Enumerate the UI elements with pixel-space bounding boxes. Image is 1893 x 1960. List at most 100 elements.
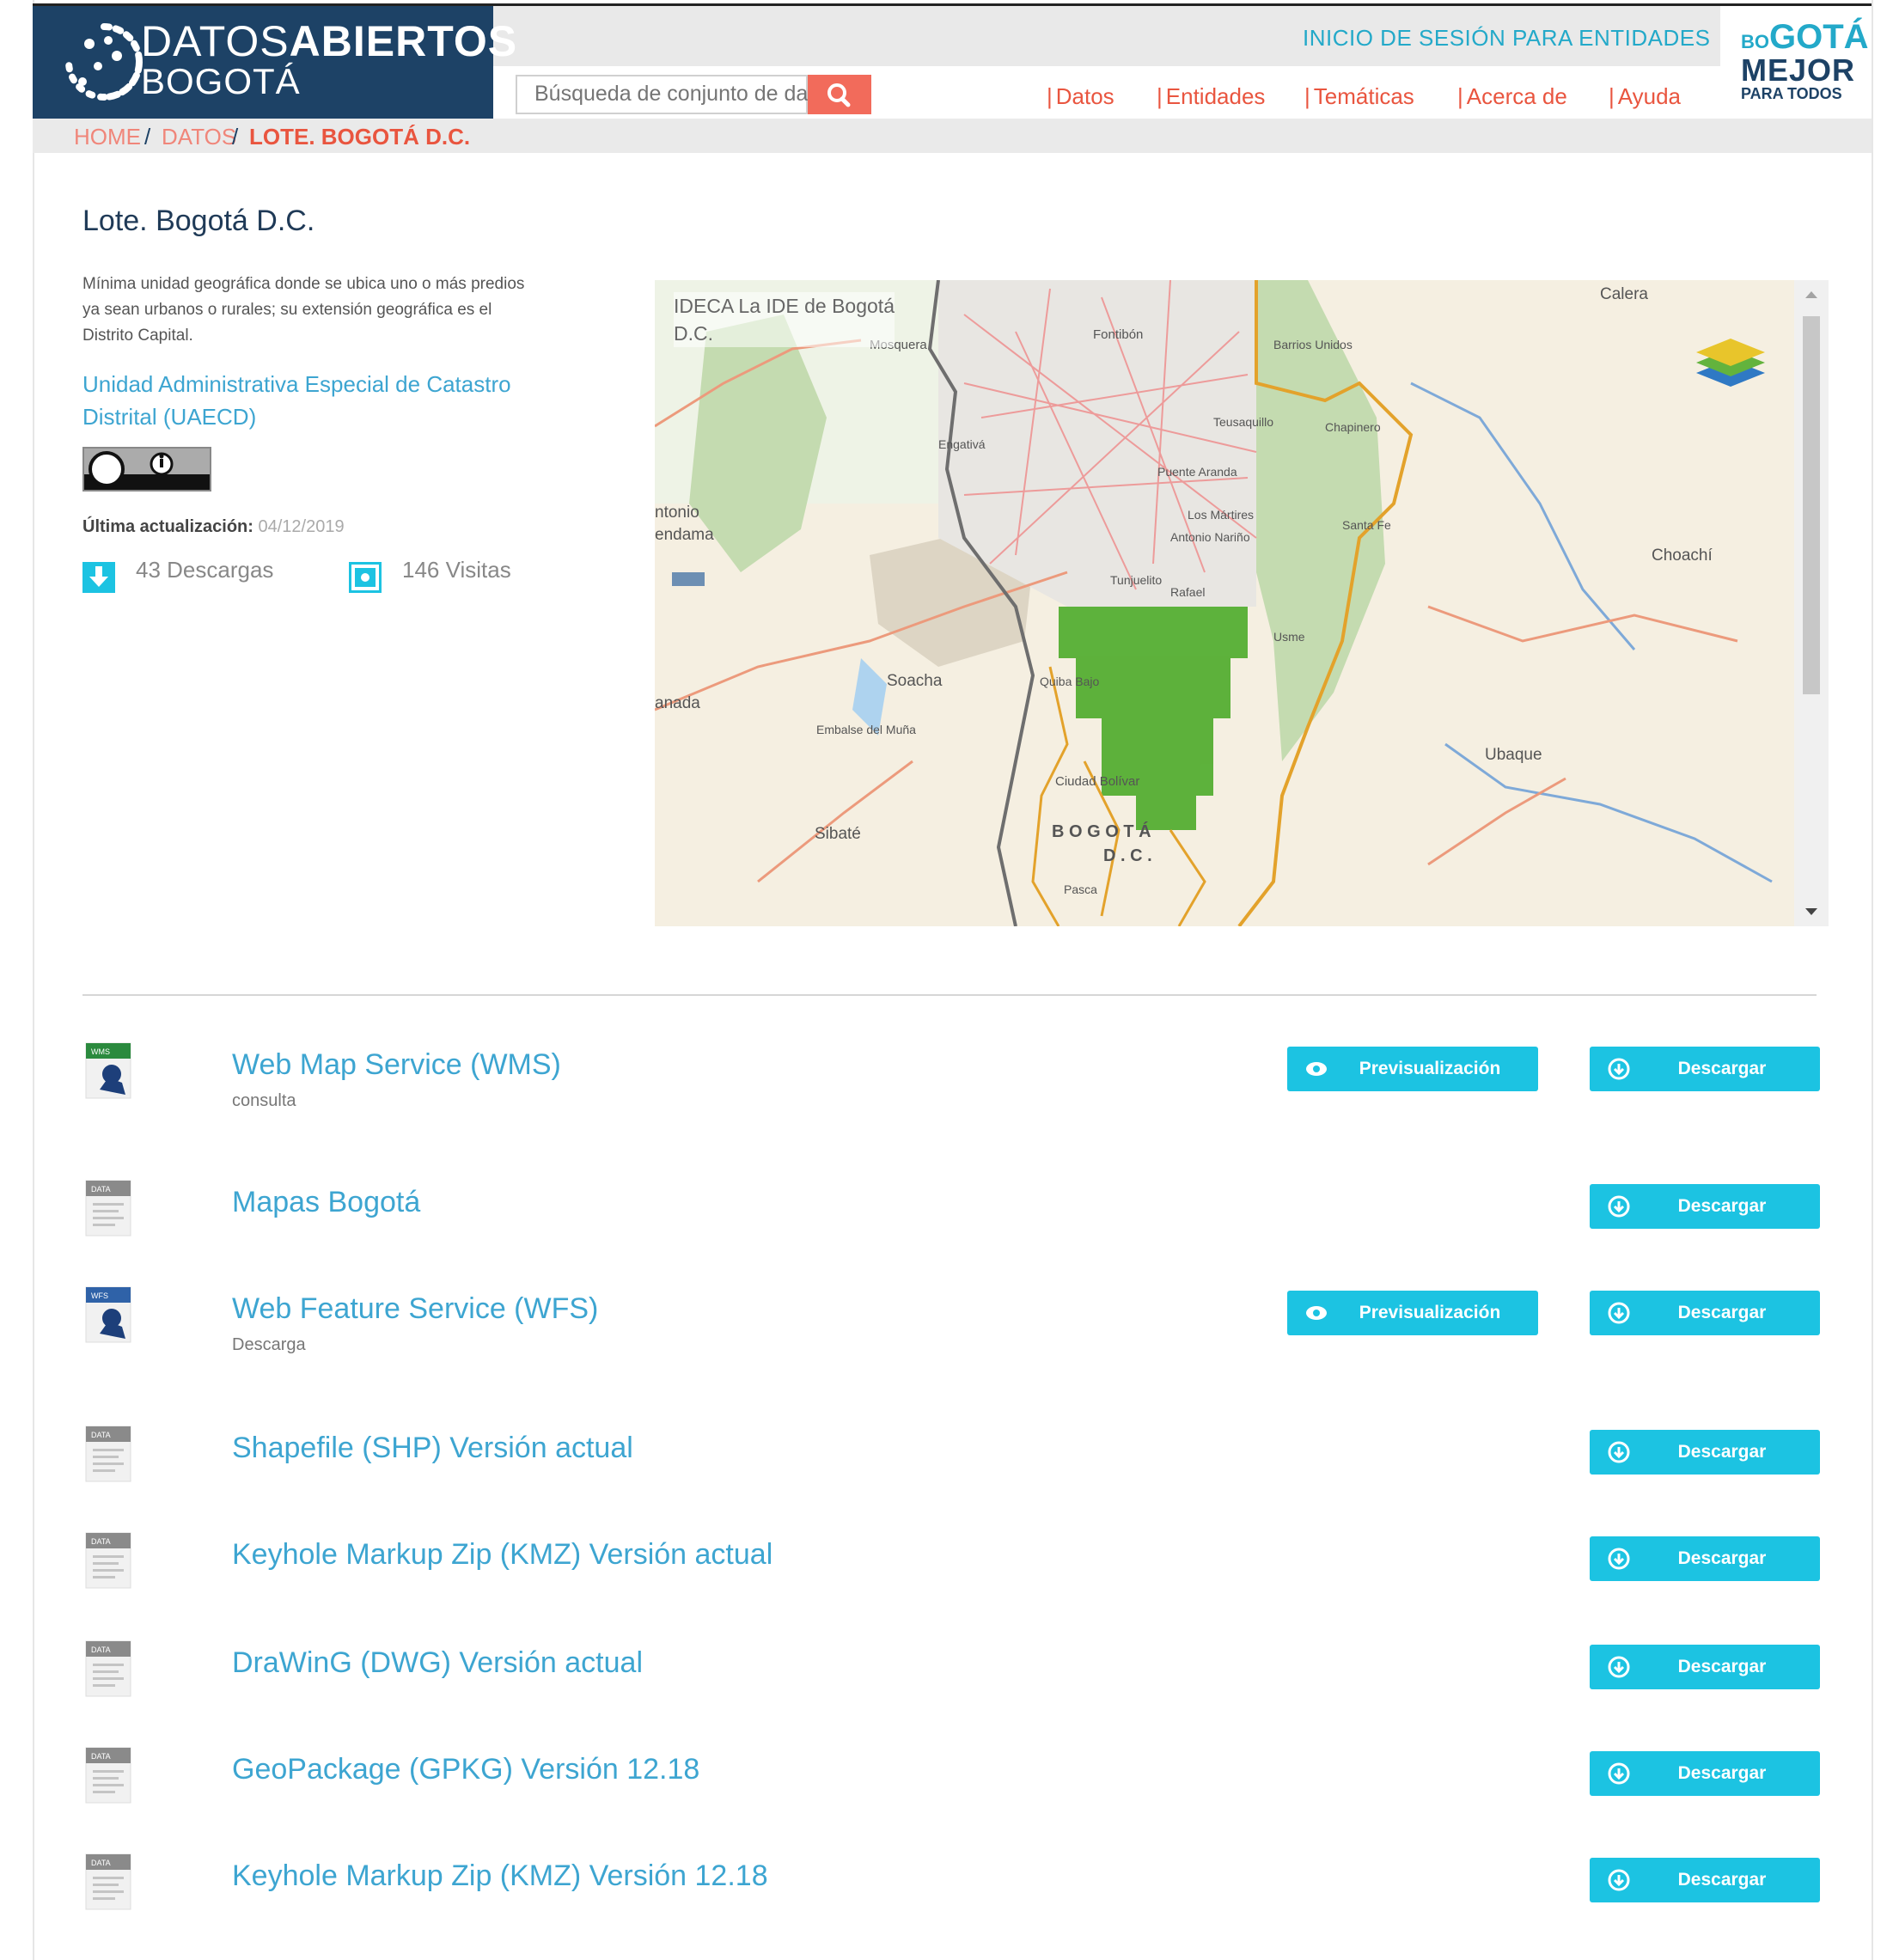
nav-entidades-label: Entidades [1165, 83, 1266, 109]
download-button[interactable]: Descargar [1590, 1291, 1820, 1335]
map-zoom-control[interactable] [672, 572, 705, 586]
page-margin [0, 0, 33, 1960]
brand-subtitle: BOGOTÁ [141, 61, 301, 101]
scroll-up-icon[interactable] [1794, 280, 1829, 306]
map-label: B O G O T Á [1052, 821, 1151, 841]
download-count: 43 Descargas [136, 557, 274, 583]
map-attribution-line2: D.C. [674, 322, 713, 345]
resource-subtitle: Descarga [232, 1335, 306, 1354]
wfs-file-icon: WFS [82, 1285, 134, 1344]
download-button[interactable]: Descargar [1590, 1536, 1820, 1581]
map-preview[interactable]: Calera Mosquera Fontibón Barrios Unidos … [655, 280, 1829, 926]
map-label: D . C . [1103, 846, 1152, 865]
download-button-label: Descargar [1677, 1548, 1767, 1568]
data-file-icon: DATA [82, 1639, 134, 1698]
download-button[interactable]: Descargar [1590, 1645, 1820, 1689]
brand-title: DATOSABIERTOS [141, 16, 517, 66]
map-scrollbar-thumb[interactable] [1803, 316, 1820, 694]
brand-logo[interactable]: DATOSABIERTOS BOGOTÁ [33, 6, 516, 119]
brand-title-light: DATOS [141, 17, 290, 65]
map-scrollbar[interactable] [1794, 280, 1829, 926]
map-label: Choachí [1652, 546, 1713, 565]
logo-gota: GOTÁ [1769, 18, 1869, 56]
search-button[interactable] [808, 75, 871, 114]
resource-title-link[interactable]: Mapas Bogotá [232, 1186, 420, 1219]
scroll-down-icon[interactable] [1794, 901, 1829, 926]
resource-title-link[interactable]: Web Map Service (WMS) [232, 1048, 561, 1082]
search-icon [827, 83, 851, 107]
map-canvas[interactable]: Calera Mosquera Fontibón Barrios Unidos … [655, 280, 1794, 926]
map-label: Barrios Unidos [1273, 338, 1353, 351]
resource-title-link[interactable]: GeoPackage (GPKG) Versión 12.18 [232, 1753, 699, 1786]
map-label: Calera [1600, 285, 1648, 303]
download-button-label: Descargar [1677, 1442, 1767, 1462]
section-divider [82, 994, 1817, 996]
nav-datos[interactable]: | Datos [1047, 83, 1114, 110]
dataset-title: Lote. Bogotá D.C. [82, 205, 315, 237]
data-file-icon: DATA [82, 1746, 134, 1804]
download-button-label: Descargar [1677, 1303, 1767, 1322]
preview-button[interactable]: Previsualización [1287, 1047, 1538, 1091]
resource-title-link[interactable]: Web Feature Service (WFS) [232, 1292, 598, 1326]
map-label: anada [655, 694, 700, 712]
file-tag: DATA [91, 1646, 111, 1654]
map-label: Rafael [1170, 585, 1205, 599]
map-label: Puente Aranda [1157, 465, 1237, 479]
last-updated: Última actualización: 04/12/2019 [82, 517, 345, 537]
file-tag: DATA [91, 1859, 111, 1867]
breadcrumb-current: LOTE. BOGOTÁ D.C. [249, 124, 471, 150]
nav-ayuda[interactable]: | Ayuda [1609, 83, 1681, 110]
map-label: Teusaquillo [1213, 415, 1273, 429]
breadcrumb-datos[interactable]: DATOS [162, 124, 236, 150]
visit-count-icon [349, 562, 382, 593]
map-label: Pasca [1064, 882, 1097, 896]
cc-by-icon[interactable] [82, 447, 211, 492]
breadcrumb-separator: / [144, 124, 151, 150]
preview-button[interactable]: Previsualización [1287, 1291, 1538, 1335]
download-button-label: Descargar [1677, 1196, 1767, 1216]
resource-subtitle: consulta [232, 1091, 296, 1110]
nav-tematicas[interactable]: | Temáticas [1304, 83, 1414, 110]
resource-title-link[interactable]: DraWinG (DWG) Versión actual [232, 1646, 643, 1680]
search-input[interactable] [517, 76, 827, 111]
download-button[interactable]: Descargar [1590, 1751, 1820, 1796]
nav-entidades[interactable]: | Entidades [1157, 83, 1265, 110]
download-button[interactable]: Descargar [1590, 1430, 1820, 1475]
data-file-icon: DATA [82, 1531, 134, 1590]
download-count-icon [82, 562, 115, 593]
bogota-mejor-para-todos-logo[interactable]: BOGOTÁ MEJOR PARA TODOS [1720, 6, 1872, 119]
logo-mejor-text: MEJOR [1741, 52, 1856, 88]
logo-bogota-text: BOGOTÁ [1741, 18, 1869, 57]
resource-title-link[interactable]: Shapefile (SHP) Versión actual [232, 1432, 633, 1465]
logo-bo: BO [1741, 31, 1769, 52]
file-tag: DATA [91, 1185, 111, 1194]
login-entities-link[interactable]: INICIO DE SESIÓN PARA ENTIDADES [1303, 25, 1710, 52]
resource-title-link[interactable]: Keyhole Markup Zip (KMZ) Versión actual [232, 1538, 772, 1572]
download-button[interactable]: Descargar [1590, 1047, 1820, 1091]
last-updated-label: Última actualización: [82, 517, 253, 536]
nav-datos-label: Datos [1055, 83, 1114, 109]
brand-title-bold: ABIERTOS [289, 17, 518, 65]
site-header: DATOSABIERTOS BOGOTÁ INICIO DE SESIÓN PA… [33, 6, 1872, 119]
resource-title-link[interactable]: Keyhole Markup Zip (KMZ) Versión 12.18 [232, 1859, 768, 1893]
nav-acerca-label: Acerca de [1466, 83, 1567, 109]
file-tag: DATA [91, 1431, 111, 1439]
nav-acerca-de[interactable]: | Acerca de [1457, 83, 1567, 110]
map-label: Sibaté [815, 825, 861, 843]
dataset-organization-link[interactable]: Unidad Administrativa Especial de Catast… [82, 368, 564, 433]
download-button[interactable]: Descargar [1590, 1184, 1820, 1229]
map-label: Embalse del Muña [816, 723, 916, 736]
map-label: Ciudad Bolívar [1055, 774, 1139, 789]
data-file-icon: DATA [82, 1853, 134, 1911]
data-file-icon: DATA [82, 1425, 134, 1483]
map-label: Antonio Nariño [1170, 530, 1250, 544]
file-tag: WFS [91, 1291, 108, 1300]
map-label: Engativá [938, 437, 986, 451]
breadcrumb-home[interactable]: HOME [74, 124, 141, 150]
map-label: endama [655, 526, 714, 544]
breadcrumb: HOME / DATOS / LOTE. BOGOTÁ D.C. [33, 119, 1872, 153]
download-button-label: Descargar [1677, 1870, 1767, 1890]
file-tag: DATA [91, 1537, 111, 1546]
map-label: Tunjuelito [1110, 573, 1162, 587]
download-button[interactable]: Descargar [1590, 1858, 1820, 1902]
